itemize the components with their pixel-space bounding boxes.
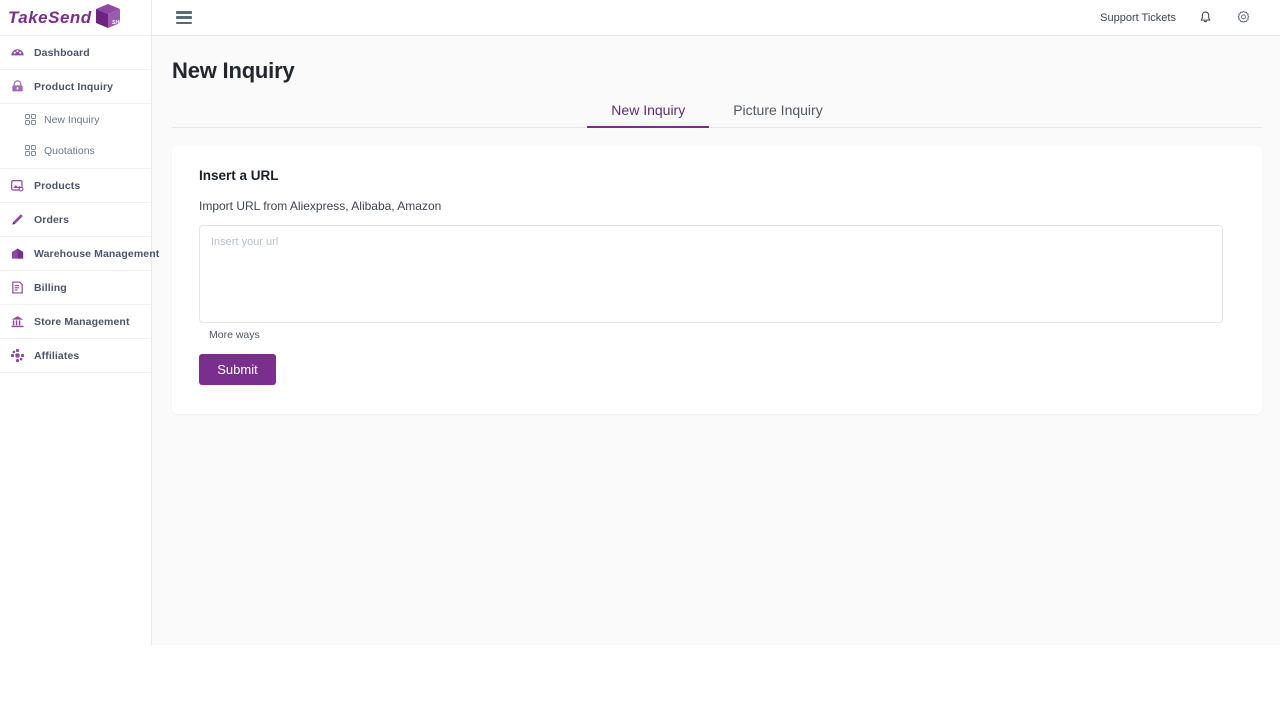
svg-text:SHIP: SHIP <box>112 20 123 26</box>
invoice-icon <box>8 279 26 297</box>
page-title: New Inquiry <box>172 58 295 83</box>
top-bar-actions: Support Tickets <box>1100 9 1252 27</box>
sidebar-item-products[interactable]: Products <box>0 169 151 203</box>
warehouse-icon <box>8 245 26 263</box>
sidebar-item-new-inquiry[interactable]: New Inquiry <box>0 104 151 135</box>
pencil-icon <box>8 211 26 229</box>
submit-button[interactable]: Submit <box>199 354 276 385</box>
sidebar-item-label: Store Management <box>34 315 130 328</box>
sidebar-item-label: Dashboard <box>34 46 90 59</box>
tab-picture-inquiry[interactable]: Picture Inquiry <box>709 96 846 127</box>
sidebar-item-label: Billing <box>34 281 67 294</box>
sidebar-item-label: Warehouse Management <box>34 247 160 260</box>
brand-name-take: Take <box>8 8 49 27</box>
inquiry-tabs: New Inquiry Picture Inquiry <box>172 96 1262 128</box>
card-subtitle: Import URL from Aliexpress, Alibaba, Ama… <box>199 199 442 213</box>
image-icon <box>8 177 26 195</box>
shipping-box-icon: SHIP <box>95 4 123 28</box>
hamburger-icon[interactable] <box>176 11 192 24</box>
sidebar-item-store-management[interactable]: Store Management <box>0 305 151 339</box>
card-title: Insert a URL <box>199 168 279 183</box>
sidebar-item-label: Affiliates <box>34 349 80 362</box>
sidebar-subitem-label: New Inquiry <box>44 113 100 126</box>
url-input[interactable] <box>199 225 1223 323</box>
sidebar-item-warehouse-management[interactable]: Warehouse Management <box>0 237 159 271</box>
hamburger-line <box>176 16 192 19</box>
dashboard-icon <box>8 44 26 62</box>
sidebar-item-label: Products <box>34 179 81 192</box>
sidebar-subitem-label: Quotations <box>44 144 95 157</box>
sidebar-nav: Dashboard Product Inquiry New Inquiry Qu… <box>0 36 159 373</box>
sidebar-item-billing[interactable]: Billing <box>0 271 151 305</box>
bank-icon <box>8 313 26 331</box>
app-root: TakeSend SHIP Dashboard Product Inquiry … <box>0 0 1280 720</box>
insert-url-card: Insert a URL Import URL from Aliexpress,… <box>172 146 1262 414</box>
more-ways-link[interactable]: More ways <box>209 329 260 341</box>
sidebar-item-label: Orders <box>34 213 70 226</box>
sidebar-item-affiliates[interactable]: Affiliates <box>0 339 151 373</box>
sidebar-item-orders[interactable]: Orders <box>0 203 151 237</box>
main-content: New Inquiry New Inquiry Picture Inquiry … <box>152 36 1280 645</box>
sidebar-item-product-inquiry[interactable]: Product Inquiry <box>0 70 151 104</box>
sidebar-subnav-product-inquiry: New Inquiry Quotations <box>0 104 151 169</box>
sidebar-item-label: Product Inquiry <box>34 80 114 93</box>
gear-icon[interactable] <box>1234 9 1252 27</box>
share-icon <box>8 347 26 365</box>
brand-logo-text: TakeSend <box>8 9 92 26</box>
sidebar-item-quotations[interactable]: Quotations <box>0 135 151 166</box>
briefcase-icon <box>8 78 26 96</box>
hamburger-line <box>176 21 192 24</box>
support-tickets-link[interactable]: Support Tickets <box>1100 12 1176 24</box>
tab-new-inquiry[interactable]: New Inquiry <box>587 96 710 128</box>
brand-logo[interactable]: TakeSend SHIP <box>0 0 151 36</box>
sidebar-item-dashboard[interactable]: Dashboard <box>0 36 151 70</box>
sidebar: TakeSend SHIP Dashboard Product Inquiry … <box>0 0 159 645</box>
bell-icon[interactable] <box>1196 9 1214 27</box>
brand-name-send: Send <box>48 8 92 27</box>
grid-icon <box>24 144 37 157</box>
top-bar: Support Tickets <box>152 0 1280 36</box>
grid-icon <box>24 113 37 126</box>
hamburger-line <box>176 11 192 14</box>
